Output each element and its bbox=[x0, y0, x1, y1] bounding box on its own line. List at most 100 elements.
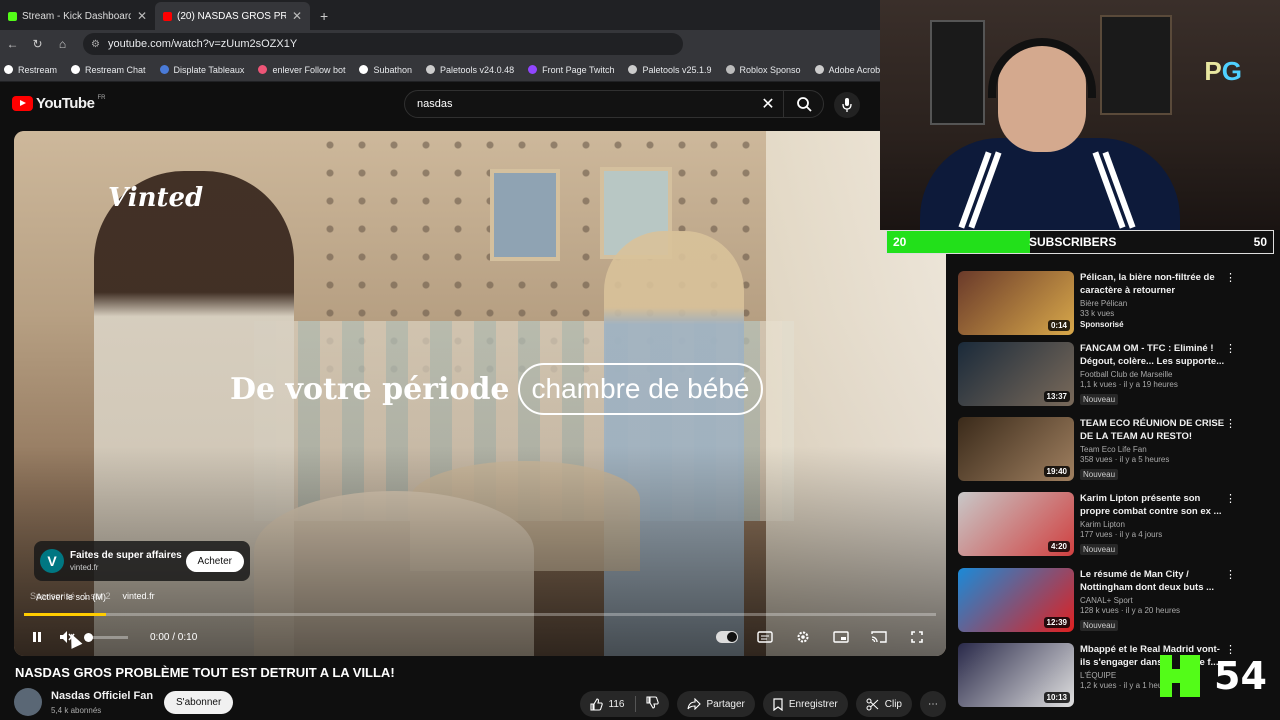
ad-cta-button[interactable]: Acheter bbox=[185, 550, 244, 572]
bookmark-item[interactable]: Displate Tableaux bbox=[159, 65, 244, 75]
like-count: 116 bbox=[608, 698, 625, 710]
more-options-icon[interactable]: ⋮ bbox=[1225, 568, 1236, 581]
video-title: NASDAS GROS PROBLÈME TOUT EST DETRUIT A … bbox=[15, 665, 395, 680]
video-duration: 4:20 bbox=[1047, 541, 1070, 552]
recommendation-title[interactable]: Pélican, la bière non-filtrée de caractè… bbox=[1080, 271, 1226, 297]
dislike-button[interactable] bbox=[645, 696, 659, 712]
recommendation-meta: 1,2 k vues · il y a 1 heure bbox=[1080, 681, 1170, 690]
headset-icon bbox=[988, 38, 1096, 98]
video-player[interactable]: Vinted De votre période chambre de bébé … bbox=[14, 131, 946, 656]
more-options-icon[interactable]: ⋮ bbox=[1225, 271, 1236, 284]
recommendation-meta: 128 k vues · il y a 20 heures bbox=[1080, 606, 1181, 615]
voice-search-button[interactable] bbox=[834, 92, 860, 118]
search-button[interactable] bbox=[783, 91, 823, 117]
thumbs-up-icon bbox=[589, 697, 603, 711]
recommendation-channel[interactable]: Team Eco Life Fan bbox=[1080, 445, 1226, 454]
like-button[interactable]: 116 bbox=[589, 697, 625, 711]
site-info-icon[interactable]: ⚙ bbox=[91, 39, 100, 50]
volume-knob[interactable] bbox=[84, 632, 93, 642]
save-button[interactable]: Enregistrer bbox=[762, 691, 848, 717]
subscribe-button[interactable]: S'abonner bbox=[164, 691, 234, 714]
recommendation-title[interactable]: TEAM ECO RÉUNION DE CRISE DE LA TEAM AU … bbox=[1080, 417, 1226, 443]
more-options-icon[interactable]: ⋮ bbox=[1225, 342, 1236, 355]
new-tab-button[interactable]: + bbox=[310, 2, 338, 30]
settings-button[interactable] bbox=[788, 623, 818, 651]
ad-card-title: Faites de super affaires bbox=[70, 550, 182, 561]
bookmark-item[interactable]: Paletools v24.0.48 bbox=[426, 65, 514, 75]
recommendation-channel[interactable]: CANAL+ Sport bbox=[1080, 596, 1226, 605]
pg-letter-p: P bbox=[1204, 56, 1222, 86]
video-thumbnail[interactable]: 4:20 bbox=[958, 492, 1074, 556]
youtube-wordmark: YouTube bbox=[36, 95, 95, 112]
share-button[interactable]: Partager bbox=[676, 691, 755, 717]
recommendation-title[interactable]: Mbappé et le Real Madrid vont-ils s'enga… bbox=[1080, 643, 1226, 669]
tab-youtube-video[interactable]: (20) NASDAS GROS PROBLÈME ✕ bbox=[155, 2, 310, 30]
recommendation-item[interactable]: 0:14 Pélican, la bière non-filtrée de ca… bbox=[958, 271, 1280, 341]
recommendation-title[interactable]: Le résumé de Man City / Nottingham dont … bbox=[1080, 568, 1226, 594]
progress-bar[interactable] bbox=[24, 613, 936, 616]
bookmark-item[interactable]: enlever Follow bot bbox=[258, 65, 345, 75]
recommendation-channel[interactable]: L'ÉQUIPE bbox=[1080, 671, 1226, 680]
video-duration: 12:39 bbox=[1043, 617, 1070, 628]
video-duration: 10:13 bbox=[1043, 692, 1070, 703]
video-thumbnail[interactable]: 12:39 bbox=[958, 568, 1074, 632]
miniplayer-button[interactable] bbox=[826, 623, 856, 651]
bookmark-item[interactable]: Front Page Twitch bbox=[528, 65, 614, 75]
recommendation-item[interactable]: 12:39 Le résumé de Man City / Nottingham… bbox=[958, 568, 1280, 638]
subtitles-button[interactable] bbox=[750, 623, 780, 651]
volume-slider[interactable] bbox=[84, 632, 128, 642]
channel-name[interactable]: Nasdas Officiel Fan bbox=[51, 690, 153, 702]
bookmark-item[interactable]: Restream Chat bbox=[71, 65, 146, 75]
clip-button[interactable]: Clip bbox=[855, 691, 912, 717]
recommendation-title[interactable]: Karim Lipton présente son propre combat … bbox=[1080, 492, 1226, 518]
youtube-logo[interactable]: YouTube FR bbox=[12, 95, 105, 112]
sponsor-domain[interactable]: vinted.fr bbox=[123, 591, 155, 601]
video-thumbnail[interactable]: 10:13 bbox=[958, 643, 1074, 707]
cast-button[interactable] bbox=[864, 623, 894, 651]
bookmark-item[interactable]: Paletools v25.1.9 bbox=[628, 65, 712, 75]
pause-button[interactable] bbox=[22, 623, 52, 651]
search-input[interactable] bbox=[405, 98, 753, 110]
recommendation-item[interactable]: 19:40 TEAM ECO RÉUNION DE CRISE DE LA TE… bbox=[958, 417, 1280, 487]
tab-kick-dashboard[interactable]: Stream - Kick Dashboard ✕ bbox=[0, 2, 155, 30]
player-right-controls bbox=[712, 623, 932, 651]
bookmark-item[interactable]: Restream bbox=[4, 65, 57, 75]
recommendation-item[interactable]: 4:20 Karim Lipton présente son propre co… bbox=[958, 492, 1280, 562]
bookmark-item[interactable]: Adobe Acrobat bbox=[814, 65, 888, 75]
video-thumbnail[interactable]: 0:14 bbox=[958, 271, 1074, 335]
subscriber-current: 20 bbox=[893, 235, 907, 249]
video-thumbnail[interactable]: 19:40 bbox=[958, 417, 1074, 481]
pg-letter-g: G bbox=[1221, 56, 1242, 86]
share-arrow-icon bbox=[686, 698, 701, 710]
bookmark-item[interactable]: Roblox Sponso bbox=[725, 65, 801, 75]
screen: Stream - Kick Dashboard ✕ (20) NASDAS GR… bbox=[0, 0, 1280, 720]
home-icon[interactable]: ⌂ bbox=[50, 37, 75, 51]
recommendation-channel[interactable]: Bière Pélican bbox=[1080, 299, 1226, 308]
recommendation-channel[interactable]: Football Club de Marseille bbox=[1080, 370, 1226, 379]
search-box: ✕ bbox=[404, 90, 824, 118]
fullscreen-button[interactable] bbox=[902, 623, 932, 651]
region-code: FR bbox=[97, 95, 106, 101]
recommendation-item[interactable]: 13:37 FANCAM OM - TFC : Eliminé ! Dégout… bbox=[958, 342, 1280, 412]
recommendation-title[interactable]: FANCAM OM - TFC : Eliminé ! Dégout, colè… bbox=[1080, 342, 1226, 368]
miniplayer-icon bbox=[833, 631, 849, 643]
more-options-icon[interactable]: ⋮ bbox=[1225, 492, 1236, 505]
channel-avatar[interactable] bbox=[14, 688, 42, 716]
clip-label: Clip bbox=[884, 698, 902, 710]
player-controls: 0:00 / 0:10 bbox=[14, 623, 946, 651]
clear-search-icon[interactable]: ✕ bbox=[753, 94, 783, 114]
ad-card[interactable]: V Faites de super affaires vinted.fr Ach… bbox=[34, 541, 250, 581]
reload-icon[interactable]: ↻ bbox=[25, 37, 50, 51]
close-tab-icon[interactable]: ✕ bbox=[137, 9, 147, 23]
bookmark-item[interactable]: Subathon bbox=[359, 65, 412, 75]
recommendation-meta: 358 vues · il y a 5 heures bbox=[1080, 455, 1170, 464]
video-thumbnail[interactable]: 13:37 bbox=[958, 342, 1074, 406]
url-field[interactable]: ⚙ youtube.com/watch?v=zUum2sOZX1Y bbox=[83, 33, 683, 55]
recommendation-channel[interactable]: Karim Lipton bbox=[1080, 520, 1226, 529]
new-badge: Nouveau bbox=[1080, 620, 1119, 631]
close-tab-icon[interactable]: ✕ bbox=[292, 9, 302, 23]
autoplay-toggle[interactable] bbox=[712, 623, 742, 651]
more-options-icon[interactable]: ⋮ bbox=[1225, 417, 1236, 430]
back-arrow-icon[interactable]: ← bbox=[0, 37, 25, 51]
more-actions-button[interactable]: ⋯ bbox=[920, 691, 946, 717]
